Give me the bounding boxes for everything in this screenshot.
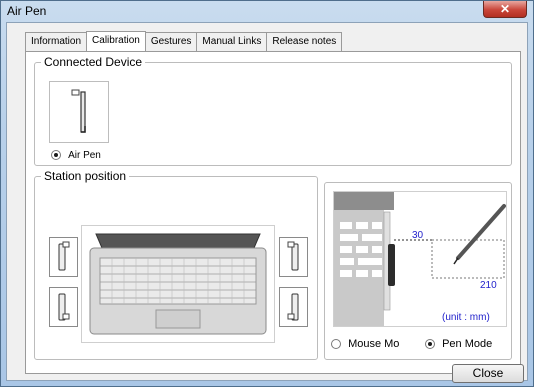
connected-device-group: Connected Device Air Pen	[34, 55, 512, 166]
mouse-mode-radio[interactable]	[331, 339, 341, 350]
pen-mode-radio[interactable]	[425, 339, 435, 350]
dimension-top-label: 30	[412, 230, 424, 241]
air-pen-window: Air Pen ✕ Information Calibration Gestur…	[0, 0, 534, 387]
tab-release-notes[interactable]: Release notes	[266, 32, 343, 51]
sensor-icon	[58, 293, 70, 321]
title-bar[interactable]: Air Pen ✕	[1, 1, 533, 21]
air-pen-device-image[interactable]	[49, 81, 109, 143]
station-left-top-option[interactable]	[49, 237, 78, 277]
window-close-icon[interactable]: ✕	[483, 1, 527, 18]
tab-calibration[interactable]: Calibration	[86, 31, 146, 52]
mouse-mode-label: Mouse Mo	[348, 338, 400, 351]
tab-information[interactable]: Information	[25, 32, 88, 51]
pen-area-diagram: 30 210 (unit : mm)	[333, 191, 507, 327]
station-right-top-option[interactable]	[279, 237, 308, 277]
station-right-bottom-option[interactable]	[279, 287, 308, 327]
station-position-group: Station position	[34, 169, 318, 360]
air-pen-radio-label: Air Pen	[68, 149, 101, 161]
air-pen-radio-row[interactable]: Air Pen	[51, 149, 101, 161]
tab-strip: Information Calibration Gestures Manual …	[25, 31, 343, 52]
dimension-width-label: 210	[480, 280, 497, 291]
sensor-icon	[287, 293, 299, 321]
unit-label: (unit : mm)	[442, 312, 490, 323]
sensor-icon	[58, 241, 70, 271]
sensor-icon	[287, 241, 299, 271]
pen-area-group: 30 210 (unit : mm) Mouse Mo Pen Mode	[324, 182, 512, 360]
dialog-client-area: Information Calibration Gestures Manual …	[6, 22, 528, 383]
connected-device-legend: Connected Device	[41, 55, 146, 69]
mouse-mode-option[interactable]: Mouse Mo	[331, 338, 399, 350]
calibration-panel: Connected Device Air Pen Station positio…	[25, 51, 521, 374]
calibration-area-image	[334, 192, 506, 326]
pen-mode-option[interactable]: Pen Mode	[425, 338, 492, 350]
tab-manual-links[interactable]: Manual Links	[196, 32, 268, 51]
pen-mode-label: Pen Mode	[442, 338, 493, 351]
air-pen-radio[interactable]	[51, 150, 61, 161]
air-pen-sensor-icon	[71, 89, 86, 133]
window-title: Air Pen	[7, 4, 47, 18]
station-left-bottom-option[interactable]	[49, 287, 78, 327]
laptop-diagram	[81, 225, 275, 343]
tab-gestures[interactable]: Gestures	[144, 32, 198, 51]
laptop-image	[89, 233, 267, 335]
close-button[interactable]: Close	[452, 364, 524, 383]
station-position-legend: Station position	[41, 169, 130, 183]
